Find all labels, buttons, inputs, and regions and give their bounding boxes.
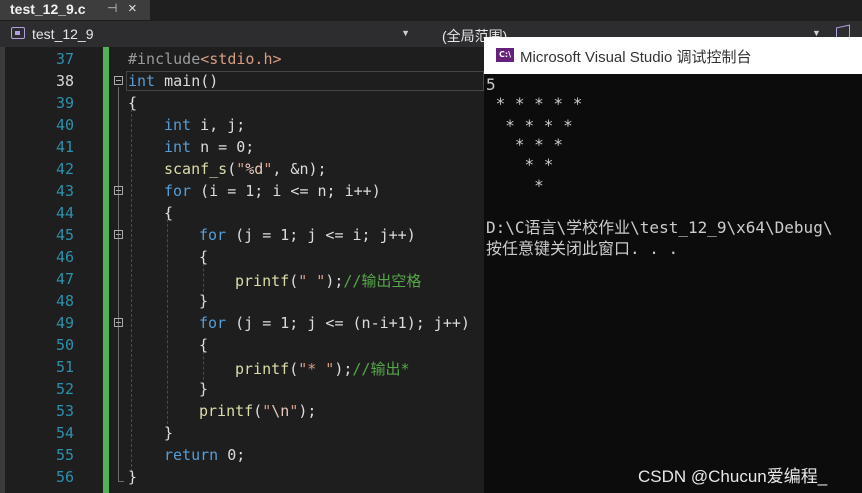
project-name: test_12_9: [32, 26, 94, 42]
project-icon: [11, 27, 25, 39]
line-number: 42: [55, 160, 74, 178]
console-line: 5: [486, 75, 496, 94]
code-line-49: for (j = 1; j <= (n-i+1); j++): [199, 314, 470, 332]
line-number: 44: [55, 204, 74, 222]
change-tracking-bar: [103, 47, 109, 493]
line-number: 52: [55, 380, 74, 398]
console-line: * * *: [486, 135, 564, 154]
chevron-down-icon: ▼: [401, 28, 410, 38]
pin-icon[interactable]: ⊣: [107, 1, 117, 15]
line-number: 56: [55, 468, 74, 486]
indent-guide: [131, 99, 132, 477]
console-line: * *: [486, 155, 554, 174]
console-line: * * * * *: [486, 94, 583, 113]
code-line-54: }: [164, 424, 174, 442]
line-number: 53: [55, 402, 74, 420]
code-line-51: printf("* ");//输出*: [235, 360, 410, 378]
indent-guide: [167, 209, 168, 429]
console-line: 按任意键关闭此窗口. . .: [486, 239, 679, 258]
console-app-icon: C:\: [496, 48, 514, 62]
document-tab-strip: test_12_9.c ⊣ ×: [0, 0, 862, 20]
line-number: 39: [55, 94, 74, 112]
code-line-42: scanf_s("%d", &n);: [164, 160, 327, 178]
line-number: 40: [55, 116, 74, 134]
tab-title: test_12_9.c: [10, 1, 86, 17]
code-line-55: return 0;: [164, 446, 246, 464]
line-number: 51: [55, 358, 74, 376]
line-number: 46: [55, 248, 74, 266]
code-line-45: for (j = 1; j <= i; j++): [199, 226, 416, 244]
outline-line: [118, 87, 119, 482]
line-number: 45: [55, 226, 74, 244]
line-number: 47: [55, 270, 74, 288]
code-line-44: {: [164, 204, 174, 222]
line-number: 55: [55, 446, 74, 464]
line-number: 49: [55, 314, 74, 332]
close-icon[interactable]: ×: [128, 0, 137, 17]
line-number: 41: [55, 138, 74, 156]
editor-left-strip: [0, 47, 5, 493]
line-number: 43: [55, 182, 74, 200]
code-line-47: printf(" ");//输出空格: [235, 272, 422, 290]
code-editor[interactable]: 37 38 39 40 41 42 43 44 45 46 47 48 49 5…: [0, 47, 484, 493]
code-line-40: int i, j;: [164, 116, 246, 134]
console-line: *: [486, 176, 544, 195]
code-line-56: }: [128, 468, 138, 486]
watermark: CSDN @Chucun爱编程_: [638, 467, 828, 486]
tab-test-12-9-c[interactable]: test_12_9.c ⊣ ×: [0, 0, 150, 20]
code-line-46: {: [199, 248, 209, 266]
line-number: 50: [55, 336, 74, 354]
collapse-icon[interactable]: [114, 186, 123, 195]
console-title-bar[interactable]: C:\ Microsoft Visual Studio 调试控制台: [484, 37, 862, 74]
code-line-53: printf("\n");: [199, 402, 317, 420]
code-line-52: }: [199, 380, 209, 398]
code-line-38: int main(): [128, 72, 219, 90]
line-number: 54: [55, 424, 74, 442]
code-line-48: }: [199, 292, 209, 310]
project-dropdown[interactable]: test_12_9 ▼: [6, 23, 414, 45]
line-number: 37: [55, 50, 74, 68]
collapse-icon[interactable]: [114, 230, 123, 239]
collapse-icon[interactable]: [114, 76, 123, 85]
console-title: Microsoft Visual Studio 调试控制台: [520, 49, 752, 66]
collapse-icon[interactable]: [114, 318, 123, 327]
code-line-39: {: [128, 94, 138, 112]
code-line-50: {: [199, 336, 209, 354]
outline-end: [118, 481, 124, 482]
console-line: * * * *: [486, 116, 573, 135]
code-line-41: int n = 0;: [164, 138, 255, 156]
line-number-current: 38: [55, 72, 74, 90]
code-line-43: for (i = 1; i <= n; i++): [164, 182, 381, 200]
line-number: 48: [55, 292, 74, 310]
code-line-37: #include<stdio.h>: [128, 50, 282, 68]
debug-console-window[interactable]: C:\ Microsoft Visual Studio 调试控制台 5 * * …: [484, 37, 862, 493]
